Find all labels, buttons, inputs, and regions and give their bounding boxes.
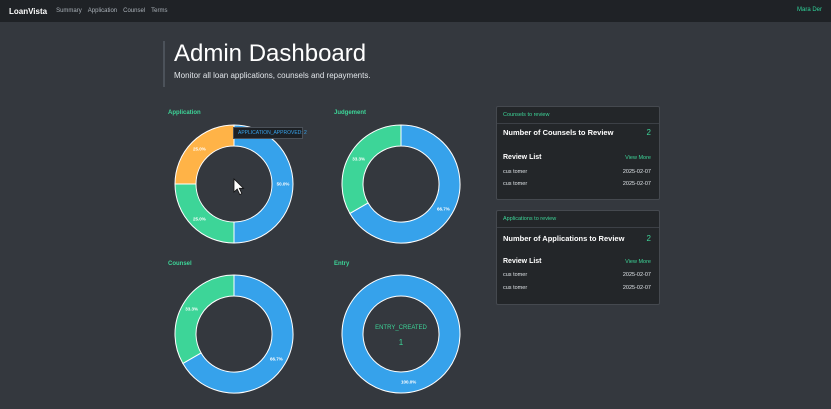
review-item-date: 2025-02-07 <box>622 285 651 291</box>
applications-view-more-link[interactable]: View More <box>625 259 651 265</box>
counsels-review-card: Counsels to review Number of Counsels to… <box>496 106 660 200</box>
applications-count-label: Number of Applications to Review <box>503 234 625 243</box>
doughnut-slice[interactable] <box>174 124 235 185</box>
review-item-date: 2025-02-07 <box>622 181 651 187</box>
slice-percent-label: 33.3% <box>185 306 198 312</box>
counsels-count-label: Number of Counsels to Review <box>503 128 614 137</box>
slice-percent-label: 100.0% <box>401 379 417 385</box>
page-title: Admin Dashboard <box>174 40 367 67</box>
chart-title-entry: Entry <box>334 261 350 267</box>
nav-link-summary[interactable]: Summary <box>56 8 82 14</box>
counsels-view-more-link[interactable]: View More <box>625 155 651 161</box>
slice-percent-label: 66.7% <box>437 206 450 212</box>
user-menu[interactable]: Mara Der <box>797 7 822 13</box>
entry-doughnut-chart[interactable]: 100.0% <box>341 274 461 394</box>
applications-review-item[interactable]: cus tomer 2025-02-07 <box>503 285 651 291</box>
nav-link-counsel[interactable]: Counsel <box>123 8 145 14</box>
doughnut-slice[interactable] <box>341 124 402 215</box>
header-accent-bar <box>163 41 165 87</box>
review-item-date: 2025-02-07 <box>622 169 651 175</box>
counsels-review-item[interactable]: cus tomer 2025-02-07 <box>503 169 651 175</box>
page-subtitle: Monitor all loan applications, counsels … <box>174 71 371 80</box>
counsels-count-value: 2 <box>646 128 651 137</box>
slice-percent-label: 33.3% <box>352 156 365 162</box>
counsels-card-header: Counsels to review <box>497 107 659 124</box>
counsels-review-item[interactable]: cus tomer 2025-02-07 <box>503 181 651 187</box>
slice-percent-label: 66.7% <box>270 356 283 362</box>
applications-review-card: Applications to review Number of Applica… <box>496 210 660 305</box>
applications-count-value: 2 <box>646 234 651 243</box>
judgement-doughnut-chart[interactable]: 66.7% 33.3% <box>341 124 461 244</box>
chart-title-application: Application <box>168 110 201 116</box>
entry-center-value: 1 <box>398 338 404 347</box>
review-item-name: cus tomer <box>503 272 528 278</box>
review-item-name: cus tomer <box>503 181 528 187</box>
applications-review-list-title: Review List <box>503 258 542 265</box>
review-item-date: 2025-02-07 <box>622 272 651 278</box>
top-navbar: LoanVista Summary Application Counsel Te… <box>0 0 831 22</box>
judgement-chart-svg <box>341 124 461 244</box>
counsels-review-list-title: Review List <box>503 154 542 161</box>
entry-chart-svg <box>341 274 461 394</box>
brand-logo[interactable]: LoanVista <box>9 7 47 16</box>
nav-link-terms[interactable]: Terms <box>151 8 167 14</box>
applications-card-header: Applications to review <box>497 211 659 228</box>
slice-percent-label: 25.0% <box>192 216 206 222</box>
review-item-name: cus tomer <box>503 285 528 291</box>
chart-title-judgement: Judgement <box>334 110 367 116</box>
counsel-chart-svg <box>174 274 294 394</box>
slice-percent-label: 25.0% <box>192 146 206 152</box>
entry-center-label: ENTRY_CREATED <box>375 325 427 331</box>
slice-percent-label: 50.0% <box>276 181 290 187</box>
review-item-name: cus tomer <box>503 169 528 175</box>
applications-review-item[interactable]: cus tomer 2025-02-07 <box>503 272 651 278</box>
counsel-doughnut-chart[interactable]: 66.7% 33.3% <box>174 274 294 394</box>
doughnut-slice[interactable] <box>341 274 461 394</box>
mouse-cursor-icon <box>233 178 245 196</box>
nav-link-application[interactable]: Application <box>88 8 117 14</box>
doughnut-slice[interactable] <box>174 274 235 365</box>
doughnut-slice[interactable] <box>174 183 235 244</box>
chart-tooltip: APPLICATION_APPROVED: 2 <box>233 127 307 139</box>
chart-title-counsel: Counsel <box>168 261 192 267</box>
